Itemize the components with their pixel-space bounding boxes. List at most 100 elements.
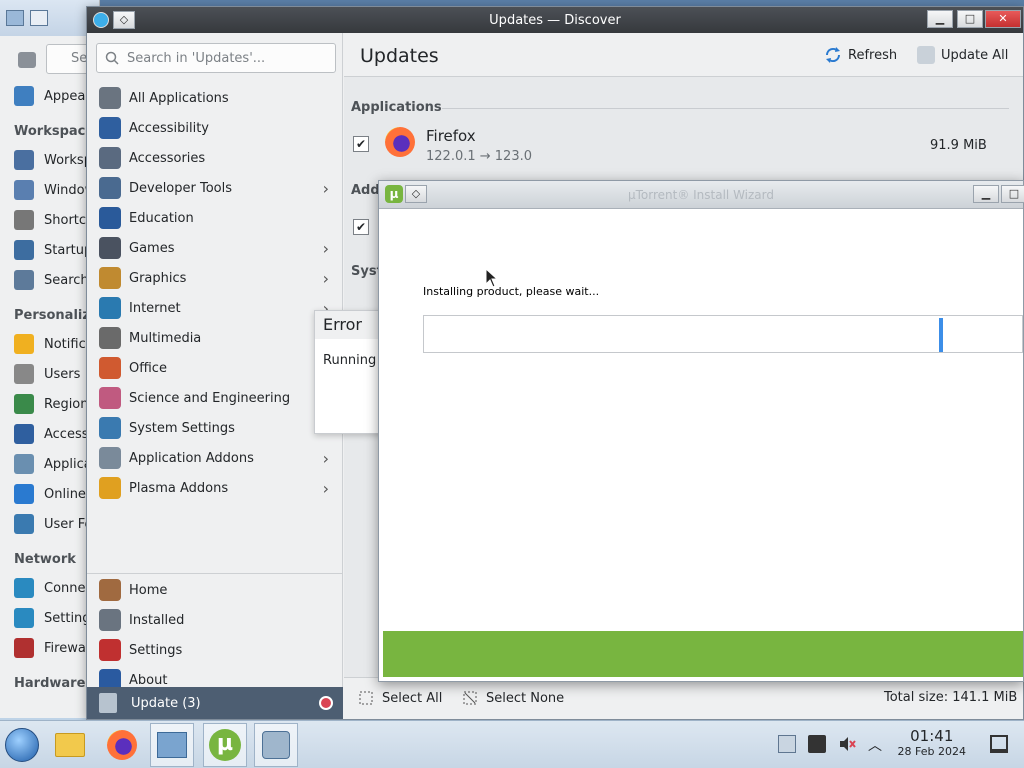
back-icon[interactable] [18, 52, 36, 68]
category-item[interactable]: Games › [87, 233, 343, 263]
bg-settings-item[interactable]: Shortc [14, 208, 86, 232]
bg-settings-item[interactable]: Users [14, 362, 80, 386]
select-all-button[interactable]: Select All [358, 690, 442, 706]
bg-settings-item[interactable]: Search [14, 268, 89, 292]
keyboard-icon [14, 210, 34, 230]
bg-settings-item-label: Search [44, 272, 89, 288]
firefox-icon [385, 127, 415, 157]
application-addons-icon [99, 447, 121, 469]
volume-muted-icon[interactable] [838, 735, 856, 753]
bg-settings-item[interactable]: Regiona [14, 392, 96, 416]
category-item[interactable]: Internet › [87, 293, 343, 323]
category-item[interactable]: Office [87, 353, 343, 383]
total-size: Total size: 141.1 MiB [884, 690, 1018, 705]
update-all-button[interactable]: Update All [917, 46, 1008, 64]
category-item[interactable]: Plasma Addons › [87, 473, 343, 503]
pin-icon[interactable]: ◇ [113, 11, 135, 29]
taskbar-firefox[interactable] [100, 723, 144, 767]
update-nav-item[interactable]: Update (3) [87, 687, 343, 719]
chevron-up-icon[interactable]: ︿ [866, 735, 884, 754]
nav-item[interactable]: Home [87, 575, 343, 605]
bg-settings-item[interactable]: Worksp [14, 148, 92, 172]
category-label: Graphics [129, 270, 187, 286]
category-item[interactable]: System Settings [87, 413, 343, 443]
category-item[interactable]: Application Addons › [87, 443, 343, 473]
nav-item[interactable]: Settings [87, 635, 343, 665]
bg-settings-item-label: Firewal [44, 640, 90, 656]
clipboard-icon[interactable] [778, 735, 796, 753]
bg-section-heading: Workspace [14, 124, 95, 139]
startup-icon [14, 240, 34, 260]
system-settings-titlebar [0, 0, 99, 36]
bg-settings-item[interactable]: Notifica [14, 332, 94, 356]
installer-minimize-button[interactable]: ▁ [973, 185, 999, 203]
category-item[interactable]: Accessibility [87, 113, 343, 143]
bg-settings-item[interactable]: Conne [14, 576, 86, 600]
bg-settings-item[interactable]: Accessi [14, 422, 92, 446]
refresh-icon [825, 47, 841, 63]
bg-settings-item[interactable]: Settings [14, 606, 97, 630]
select-none-button[interactable]: Select None [462, 690, 564, 706]
update-nav-label: Update (3) [131, 695, 201, 711]
category-item[interactable]: Graphics › [87, 263, 343, 293]
category-item[interactable]: Multimedia [87, 323, 343, 353]
bg-settings-item[interactable]: User Fe [14, 512, 93, 536]
bg-settings-item[interactable]: Window [14, 178, 95, 202]
network-settings-icon [14, 608, 34, 628]
bg-settings-item-label: Shortc [44, 212, 87, 228]
office-icon [99, 357, 121, 379]
firefox-checkbox[interactable]: ✔ [353, 136, 369, 152]
chevron-right-icon: › [322, 178, 329, 198]
discover-icon [262, 731, 290, 759]
discover-sidebar: Search in 'Updates'... All Applications A… [87, 33, 343, 719]
accessibility-icon [14, 424, 34, 444]
start-menu-button[interactable] [0, 723, 44, 767]
bg-settings-item-label: Users [44, 366, 81, 382]
category-label: Education [129, 210, 194, 226]
accessibility-icon [99, 117, 121, 139]
update-alert-badge [319, 696, 333, 710]
bg-settings-item[interactable]: Applica [14, 452, 92, 476]
update-row-firefox[interactable]: ✔ Firefox 122.0.1 → 123.0 91.9 MiB [344, 121, 1023, 173]
search-input[interactable]: Search in 'Updates'... [96, 43, 336, 73]
feedback-icon [14, 514, 34, 534]
firefox-version: 122.0.1 → 123.0 [426, 149, 532, 164]
clock[interactable]: 01:41 28 Feb 2024 [898, 727, 966, 758]
category-item[interactable]: All Applications [87, 83, 343, 113]
discover-app-icon[interactable] [93, 12, 109, 28]
refresh-button[interactable]: Refresh [824, 46, 897, 64]
installer-progress-indicator [939, 318, 943, 352]
taskbar-utorrent[interactable]: µ [203, 723, 247, 767]
multimedia-icon [99, 327, 121, 349]
bg-settings-item[interactable]: Appea [14, 84, 85, 108]
discover-window-title: Updates — Discover [489, 12, 621, 28]
bg-settings-item[interactable]: Firewal [14, 636, 89, 660]
bg-settings-item-label: Appea [44, 88, 86, 104]
updates-footer: Select All Select None Total size: 141.1… [344, 677, 1023, 719]
category-item[interactable]: Science and Engineering [87, 383, 343, 413]
nav-item-label: Home [129, 582, 168, 598]
taskbar-discover[interactable] [254, 723, 298, 767]
maximize-button[interactable]: □ [957, 10, 983, 28]
page-title: Updates [360, 45, 439, 67]
nav-item[interactable]: Installed [87, 605, 343, 635]
pin-icon[interactable] [30, 10, 48, 26]
minimize-button[interactable]: ▁ [927, 10, 953, 28]
show-desktop-icon[interactable] [990, 735, 1008, 753]
firefox-name: Firefox [426, 127, 476, 145]
close-button[interactable]: ✕ [985, 10, 1021, 28]
workspace-icon [14, 150, 34, 170]
notes-icon[interactable] [808, 735, 826, 753]
taskbar-system-settings[interactable] [150, 723, 194, 767]
category-item[interactable]: Accessories [87, 143, 343, 173]
bg-settings-item[interactable]: Startup [14, 238, 92, 262]
system-settings-icon [99, 417, 121, 439]
installer-maximize-button[interactable]: □ [1001, 185, 1024, 203]
category-item[interactable]: Education [87, 203, 343, 233]
category-item[interactable]: Developer Tools › [87, 173, 343, 203]
category-label: Accessibility [129, 120, 209, 136]
addon-checkbox[interactable]: ✔ [353, 219, 369, 235]
taskbar-file-manager[interactable] [48, 723, 92, 767]
window-menu-icon[interactable] [6, 10, 24, 26]
category-label: Office [129, 360, 167, 376]
